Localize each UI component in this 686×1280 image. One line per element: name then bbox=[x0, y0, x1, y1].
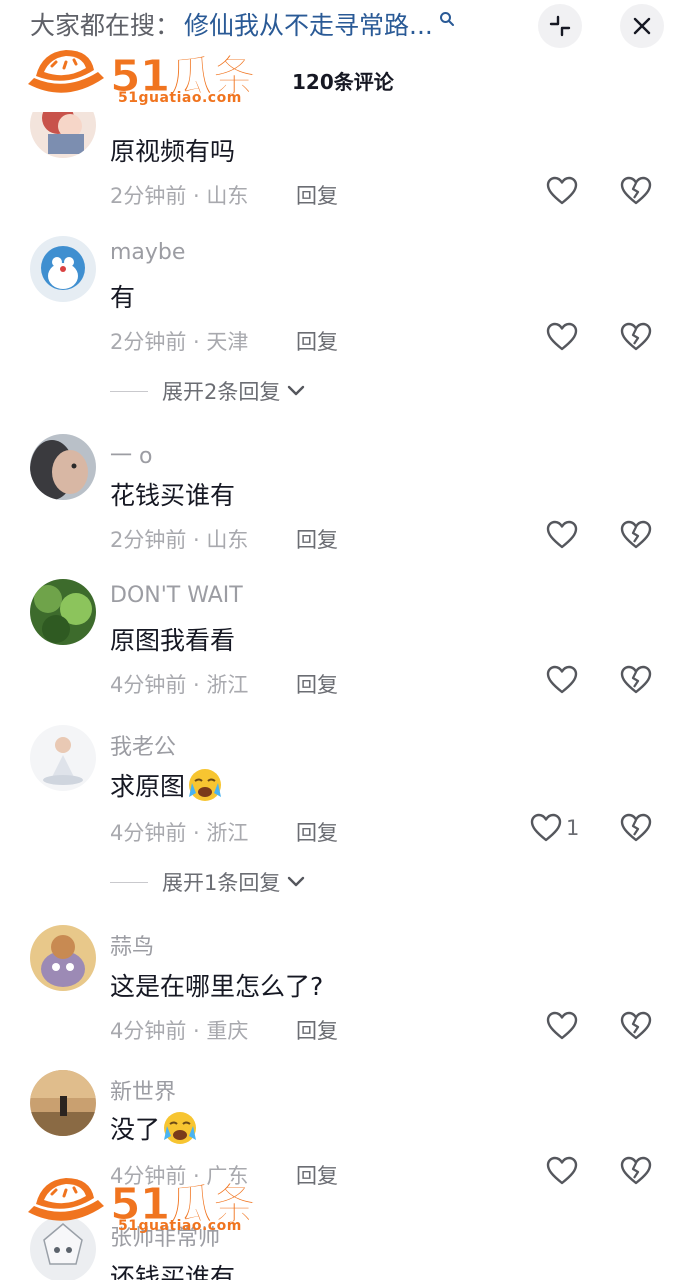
broken-heart-icon bbox=[620, 813, 652, 842]
heart-outline-icon bbox=[546, 1156, 578, 1185]
comment-meta: 4分钟前 · 重庆 bbox=[110, 1019, 249, 1043]
heart-outline-icon bbox=[546, 322, 578, 351]
reply-button[interactable]: 回复 bbox=[296, 1015, 338, 1045]
like-button[interactable]: 1 bbox=[530, 813, 579, 843]
comment-meta: 2分钟前 · 天津 bbox=[110, 330, 249, 354]
reply-button[interactable]: 回复 bbox=[296, 524, 338, 554]
close-button[interactable] bbox=[620, 4, 664, 48]
comment-meta: 4分钟前 · 浙江 bbox=[110, 821, 249, 845]
chevron-down-icon bbox=[288, 876, 305, 887]
dislike-button[interactable] bbox=[620, 176, 652, 210]
broken-heart-icon bbox=[620, 665, 652, 694]
comment-list: 原视频有吗 2分钟前 · 山东 回复 maybe 有 2分钟前 · 天津 回复 bbox=[0, 0, 686, 1280]
collapse-icon bbox=[549, 15, 571, 37]
avatar[interactable] bbox=[30, 725, 96, 791]
expand-replies-button[interactable]: 展开1条回复 bbox=[110, 867, 306, 897]
avatar[interactable] bbox=[30, 1070, 96, 1136]
reply-button[interactable]: 回复 bbox=[296, 1160, 338, 1190]
comment-username[interactable]: DON'T WAIT bbox=[110, 583, 243, 608]
like-button[interactable] bbox=[546, 176, 578, 206]
comment-text: 花钱买谁有 bbox=[110, 481, 236, 510]
comment-meta: 4分钟前 · 浙江 bbox=[110, 673, 249, 697]
watermark-logo: 51瓜条 51guatiao.com bbox=[24, 38, 264, 114]
comment-item: maybe 有 2分钟前 · 天津 回复 展开2条回复 bbox=[0, 236, 686, 404]
reply-button[interactable]: 回复 bbox=[296, 817, 338, 847]
like-count: 1 bbox=[566, 816, 580, 840]
reply-button[interactable]: 回复 bbox=[296, 669, 338, 699]
comment-meta: 2分钟前 · 山东 bbox=[110, 528, 249, 552]
heart-outline-icon bbox=[530, 813, 562, 842]
comment-username[interactable]: 我老公 bbox=[110, 729, 176, 761]
comment-text: 求原图 bbox=[110, 767, 223, 803]
comment-text-content: 求原图 bbox=[110, 772, 186, 801]
like-button[interactable] bbox=[546, 665, 578, 695]
comment-username[interactable]: 蒜鸟 bbox=[110, 929, 154, 961]
broken-heart-icon bbox=[620, 1156, 652, 1185]
broken-heart-icon bbox=[620, 520, 652, 549]
broken-heart-icon bbox=[620, 1011, 652, 1040]
dislike-button[interactable] bbox=[620, 322, 652, 356]
close-icon bbox=[633, 17, 651, 35]
comment-meta: 2分钟前 · 山东 bbox=[110, 184, 249, 208]
heart-outline-icon bbox=[546, 1011, 578, 1040]
expand-replies-button[interactable]: 展开2条回复 bbox=[110, 376, 306, 406]
collapse-button[interactable] bbox=[538, 4, 582, 48]
expand-replies-label: 展开2条回复 bbox=[162, 380, 281, 404]
dislike-button[interactable] bbox=[620, 1011, 652, 1045]
comment-item: 原视频有吗 2分钟前 · 山东 回复 bbox=[0, 92, 686, 244]
divider bbox=[110, 881, 148, 883]
divider bbox=[110, 390, 148, 392]
heart-outline-icon bbox=[546, 176, 578, 205]
watermark-url: 51guatiao.com bbox=[118, 90, 242, 106]
watermelon-logo-icon bbox=[28, 50, 104, 93]
expand-replies-label: 展开1条回复 bbox=[162, 871, 281, 895]
comment-count: 120条评论 bbox=[292, 70, 394, 94]
like-button[interactable] bbox=[546, 520, 578, 550]
comment-item: 一 o 花钱买谁有 2分钟前 · 山东 回复 bbox=[0, 434, 686, 574]
dislike-button[interactable] bbox=[620, 813, 652, 847]
comment-text: 原视频有吗 bbox=[110, 137, 236, 166]
comment-text: 还钱买谁有 bbox=[110, 1263, 236, 1280]
comment-text: 有 bbox=[110, 283, 136, 312]
like-button[interactable] bbox=[546, 1011, 578, 1041]
watermark-logo: 51瓜条 51guatiao.com bbox=[24, 1166, 264, 1242]
crying-face-emoji bbox=[189, 769, 222, 801]
reply-button[interactable]: 回复 bbox=[296, 326, 338, 356]
comment-username[interactable]: 新世界 bbox=[110, 1074, 176, 1106]
avatar[interactable] bbox=[30, 925, 96, 991]
comment-text-content: 没了 bbox=[110, 1115, 161, 1144]
like-button[interactable] bbox=[546, 322, 578, 352]
comment-item: 蒜鸟 这是在哪里怎么了? 4分钟前 · 重庆 回复 bbox=[0, 925, 686, 1065]
comment-text: 这是在哪里怎么了? bbox=[110, 972, 324, 1001]
watermark-url: 51guatiao.com bbox=[118, 1218, 242, 1234]
broken-heart-icon bbox=[620, 322, 652, 351]
comment-username[interactable]: maybe bbox=[110, 240, 185, 265]
broken-heart-icon bbox=[620, 176, 652, 205]
comment-text: 原图我看看 bbox=[110, 626, 236, 655]
heart-outline-icon bbox=[546, 520, 578, 549]
avatar[interactable] bbox=[30, 236, 96, 302]
crying-face-emoji bbox=[164, 1112, 197, 1144]
dislike-button[interactable] bbox=[620, 665, 652, 699]
chevron-down-icon bbox=[288, 385, 305, 396]
avatar[interactable] bbox=[30, 434, 96, 500]
like-button[interactable] bbox=[546, 1156, 578, 1186]
comment-username[interactable]: 一 o bbox=[110, 438, 152, 470]
dislike-button[interactable] bbox=[620, 1156, 652, 1190]
avatar[interactable] bbox=[30, 579, 96, 645]
reply-button[interactable]: 回复 bbox=[296, 180, 338, 210]
watermelon-logo-icon bbox=[28, 1178, 104, 1221]
heart-outline-icon bbox=[546, 665, 578, 694]
comment-item: 我老公 求原图 4分钟前 · 浙江 回复 1 展开1条回复 bbox=[0, 725, 686, 895]
comment-item: DON'T WAIT 原图我看看 4分钟前 · 浙江 回复 bbox=[0, 579, 686, 719]
comment-text: 没了 bbox=[110, 1110, 198, 1146]
dislike-button[interactable] bbox=[620, 520, 652, 554]
search-icon bbox=[439, 12, 454, 26]
